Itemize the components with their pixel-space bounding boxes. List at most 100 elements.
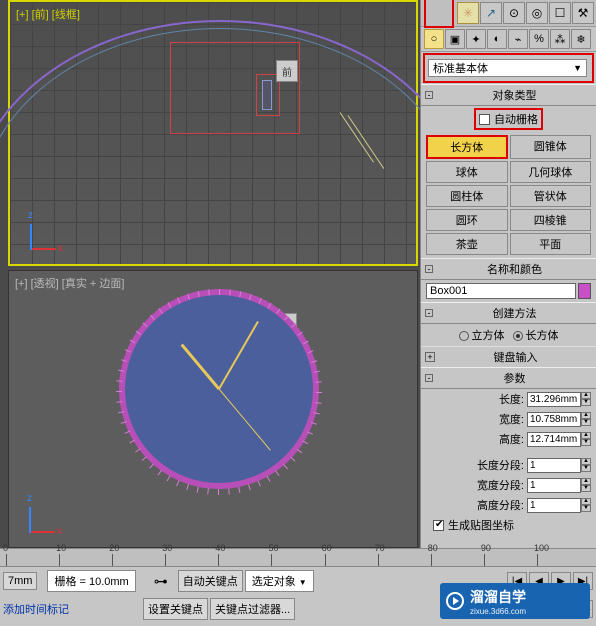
teapot-type-button[interactable]: 茶壶 [426,233,508,255]
utilities-tab[interactable]: ⚒ [572,2,594,24]
height-input[interactable] [527,432,581,447]
auto-key-button[interactable]: 自动关键点 [178,570,243,592]
cameras-category[interactable]: ◐ [487,29,507,49]
selection-set-dropdown[interactable]: 选定对象 ▼ [245,570,314,592]
rollup-object-type[interactable]: - 对象类型 [421,84,596,106]
width-spinner[interactable]: ▲▼ [527,412,591,427]
rollup-toggle-icon[interactable]: - [425,91,433,99]
height-spinner[interactable]: ▲▼ [527,432,591,447]
logo-title: 溜溜自学 [470,587,526,607]
box-type-button[interactable]: 长方体 [426,135,508,159]
object-name-input[interactable] [426,283,576,299]
tube-type-button[interactable]: 管状体 [510,185,592,207]
watermark-logo: 溜溜自学 zixue.3d66.com [440,583,590,619]
box-radio[interactable]: 长方体 [513,327,559,343]
spinner-down-icon[interactable]: ▼ [581,439,591,446]
wsegs-input[interactable] [527,478,581,493]
red-annotation-autogrid: 自动栅格 [474,108,543,130]
logo-subtitle: zixue.3d66.com [470,607,526,616]
helpers-category[interactable]: ⌁ [508,29,528,49]
spinner-up-icon[interactable]: ▲ [581,392,591,399]
hierarchy-tab[interactable]: ⊙ [503,2,525,24]
vp-shading[interactable]: [线框] [52,9,80,21]
gen-map-checkbox[interactable]: ✔ [433,520,444,531]
command-panel-tabs: ✳ ↗ ⊙ ◎ ☐ ⚒ [421,0,596,27]
modify-tab[interactable]: ↗ [480,2,502,24]
spinner-down-icon[interactable]: ▼ [581,419,591,426]
spacewarps-category[interactable]: % [529,29,549,49]
object-color-swatch[interactable] [578,283,591,299]
spinner-down-icon[interactable]: ▼ [581,399,591,406]
spinner-down-icon[interactable]: ▼ [581,505,591,512]
gen-map-label: 生成贴图坐标 [448,517,514,533]
autogrid-checkbox[interactable] [479,114,490,125]
rollup-title: 对象类型 [437,87,592,103]
vp-plus[interactable]: [+] [16,9,29,21]
lsegs-input[interactable] [527,458,581,473]
create-tab[interactable]: ✳ [457,2,479,24]
shapes-category[interactable]: ▣ [445,29,465,49]
spinner-up-icon[interactable]: ▲ [581,498,591,505]
sphere-type-button[interactable]: 球体 [426,161,508,183]
chevron-down-icon: ▼ [299,578,307,587]
cone-type-button[interactable]: 圆锥体 [510,135,592,159]
length-label: 长度: [426,391,524,407]
length-input[interactable] [527,392,581,407]
rollup-toggle-icon[interactable]: - [425,265,433,273]
length-spinner[interactable]: ▲▼ [527,392,591,407]
vp-shading[interactable]: [真实 + 边面] [62,278,125,290]
spinner-up-icon[interactable]: ▲ [581,478,591,485]
width-input[interactable] [527,412,581,427]
vp-viewname[interactable]: [前] [32,9,49,21]
box-object[interactable] [262,80,272,110]
motion-tab[interactable]: ◎ [526,2,548,24]
display-tab[interactable]: ☐ [549,2,571,24]
pyramid-type-button[interactable]: 四棱锥 [510,209,592,231]
spinner-up-icon[interactable]: ▲ [581,458,591,465]
rollup-keyboard-entry[interactable]: + 键盘输入 [421,346,596,367]
primitive-type-dropdown[interactable]: 标准基本体 ▼ [428,59,587,77]
red-annotation-dropdown: 标准基本体 ▼ [423,53,594,83]
lsegs-spinner[interactable]: ▲▼ [527,458,591,473]
cylinder-type-button[interactable]: 圆柱体 [426,185,508,207]
hsegs-label: 高度分段: [426,497,524,513]
geosphere-type-button[interactable]: 几何球体 [510,161,592,183]
cube-radio[interactable]: 立方体 [459,327,505,343]
rollup-create-method[interactable]: - 创建方法 [421,302,596,324]
rollup-toggle-icon[interactable]: - [425,374,433,382]
rollup-params[interactable]: - 参数 [421,367,596,389]
key-icon[interactable]: ⊶ [154,573,168,590]
zoom-unit[interactable]: 7mm [3,572,37,590]
create-categories: ○ ▣ ✦ ◐ ⌁ % ⁂ ❄ [421,27,596,52]
plane-type-button[interactable]: 平面 [510,233,592,255]
vp-plus[interactable]: [+] [15,278,28,290]
logo-play-icon [446,592,464,610]
clock-model[interactable] [119,289,319,489]
geometry-category[interactable]: ○ [424,29,444,49]
rollup-name-color[interactable]: - 名称和颜色 [421,258,596,280]
rollup-expand-icon[interactable]: + [425,352,435,362]
viewport-area: [+] [前] [线框] 前 x z [+] [透视] [真实 + 边面] 前 [0,0,420,548]
viewport-label[interactable]: [+] [前] [线框] [16,6,80,22]
hsegs-spinner[interactable]: ▲▼ [527,498,591,513]
rollup-toggle-icon[interactable]: - [425,309,433,317]
viewport-label[interactable]: [+] [透视] [真实 + 边面] [15,275,124,291]
systems-category[interactable]: ⁂ [550,29,570,49]
spinner-up-icon[interactable]: ▲ [581,412,591,419]
spinner-down-icon[interactable]: ▼ [581,485,591,492]
add-time-tag[interactable]: 添加时间标记 [3,601,69,617]
set-key-button[interactable]: 设置关键点 [143,598,208,620]
torus-type-button[interactable]: 圆环 [426,209,508,231]
lights-category[interactable]: ✦ [466,29,486,49]
viewport-front[interactable]: [+] [前] [线框] 前 x z [8,0,418,266]
hsegs-input[interactable] [527,498,581,513]
extra-category-icon[interactable]: ❄ [571,29,591,49]
viewcube[interactable]: 前 [276,60,298,82]
spinner-up-icon[interactable]: ▲ [581,432,591,439]
vp-viewname[interactable]: [透视] [31,278,59,290]
time-ruler[interactable]: 0102030405060708090100 [0,549,596,567]
viewport-perspective[interactable]: [+] [透视] [真实 + 边面] 前 x z [8,270,418,548]
key-filters-button[interactable]: 关键点过滤器... [210,598,295,620]
spinner-down-icon[interactable]: ▼ [581,465,591,472]
wsegs-spinner[interactable]: ▲▼ [527,478,591,493]
